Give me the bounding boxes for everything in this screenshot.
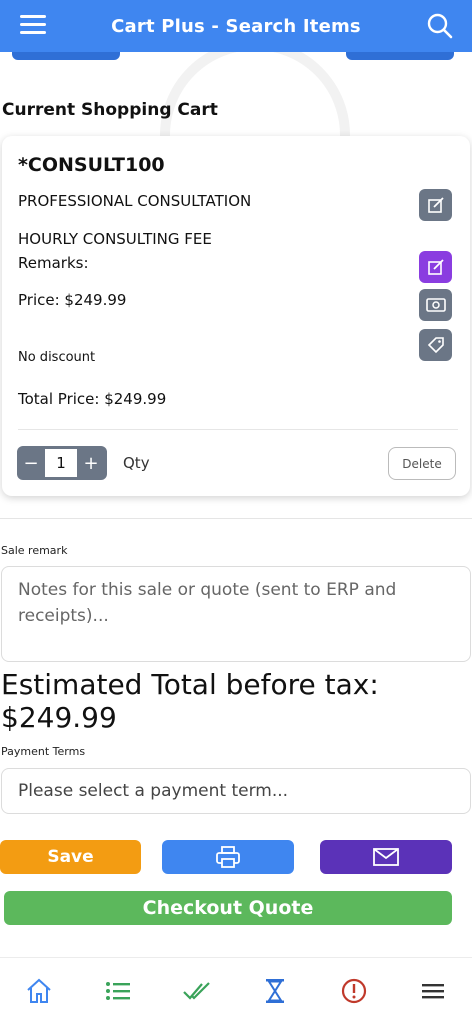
edit-item-button[interactable] bbox=[419, 189, 452, 221]
envelope-icon bbox=[373, 848, 399, 866]
estimated-total: Estimated Total before tax: $249.99 bbox=[1, 668, 379, 734]
double-check-icon[interactable] bbox=[177, 971, 217, 1011]
home-icon[interactable] bbox=[19, 971, 59, 1011]
edit-icon bbox=[427, 197, 444, 213]
payment-terms-label: Payment Terms bbox=[1, 745, 86, 758]
checkout-quote-button[interactable]: Checkout Quote bbox=[4, 891, 452, 925]
printer-icon bbox=[216, 846, 240, 868]
delete-item-button[interactable]: Delete bbox=[388, 447, 456, 480]
hourglass-icon[interactable] bbox=[255, 971, 295, 1011]
quantity-input[interactable] bbox=[45, 449, 77, 477]
app-title: Cart Plus - Search Items bbox=[111, 15, 361, 37]
card-divider bbox=[18, 429, 458, 430]
top-app-bar: Cart Plus - Search Items bbox=[0, 0, 472, 52]
edit-remarks-icon bbox=[427, 259, 444, 275]
list-icon[interactable] bbox=[98, 971, 138, 1011]
sale-remark-label: Sale remark bbox=[1, 544, 68, 557]
email-button[interactable] bbox=[320, 840, 452, 874]
item-total-price: Total Price: $249.99 bbox=[18, 390, 167, 408]
estimated-total-value: $249.99 bbox=[1, 701, 117, 734]
decrease-quantity-button[interactable]: − bbox=[17, 446, 45, 480]
item-price: Price: $249.99 bbox=[18, 291, 127, 309]
item-remarks-label: Remarks: bbox=[18, 254, 89, 272]
hamburger-menu-icon[interactable] bbox=[20, 15, 46, 37]
item-discount: No discount bbox=[18, 350, 96, 365]
cart-item-card: *CONSULT100 PROFESSIONAL CONSULTATION HO… bbox=[2, 136, 470, 496]
alert-icon[interactable] bbox=[334, 971, 374, 1011]
item-code: *CONSULT100 bbox=[18, 154, 165, 176]
menu-icon[interactable] bbox=[413, 971, 453, 1011]
item-name: PROFESSIONAL CONSULTATION bbox=[18, 192, 252, 210]
sale-remark-input[interactable]: Notes for this sale or quote (sent to ER… bbox=[1, 566, 471, 662]
item-description: HOURLY CONSULTING FEE bbox=[18, 230, 212, 248]
tag-icon bbox=[427, 337, 444, 354]
quantity-label: Qty bbox=[123, 454, 150, 472]
change-price-button[interactable] bbox=[419, 289, 452, 321]
discount-button[interactable] bbox=[419, 329, 452, 361]
payment-terms-select[interactable]: Please select a payment term... bbox=[1, 768, 471, 814]
print-button[interactable] bbox=[162, 840, 294, 874]
bottom-navigation bbox=[0, 957, 472, 1024]
price-icon bbox=[425, 298, 446, 312]
save-button[interactable]: Save bbox=[0, 840, 141, 874]
edit-remarks-button[interactable] bbox=[419, 251, 452, 283]
increase-quantity-button[interactable]: + bbox=[77, 446, 105, 480]
quantity-stepper: − + bbox=[17, 446, 107, 480]
cart-section-title: Current Shopping Cart bbox=[2, 100, 218, 120]
estimated-total-label: Estimated Total before tax: bbox=[1, 668, 379, 701]
search-icon[interactable] bbox=[426, 12, 454, 40]
section-divider bbox=[0, 518, 472, 519]
